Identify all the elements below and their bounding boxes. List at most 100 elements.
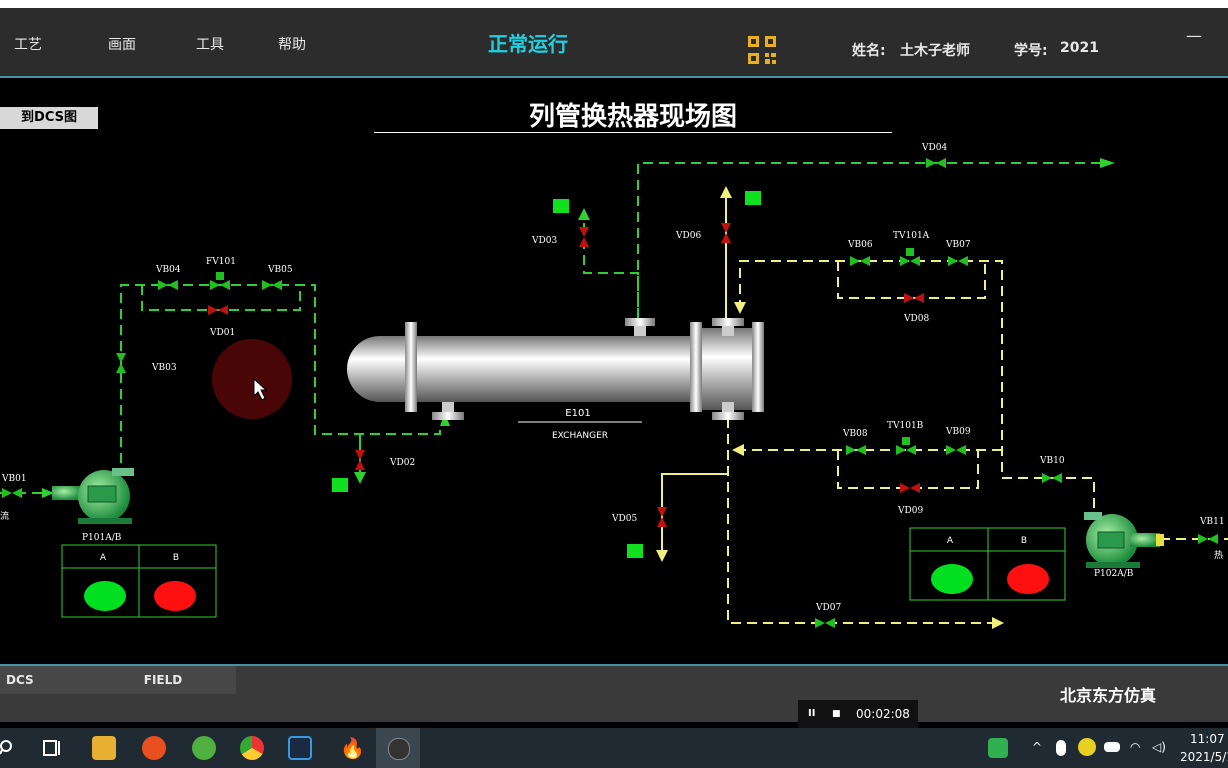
- pump1-b-light[interactable]: [154, 581, 196, 611]
- valve-vb03[interactable]: [116, 353, 126, 373]
- pump2-b-light[interactable]: [1007, 564, 1049, 594]
- valve-vd01[interactable]: [208, 305, 228, 315]
- valve-tv101b[interactable]: [896, 437, 916, 455]
- recorder-widget: II ■ 00:02:08: [798, 700, 918, 728]
- name-label: 姓名:: [852, 43, 886, 59]
- chevron-up-icon[interactable]: ^: [1032, 740, 1042, 754]
- pump-p102[interactable]: [1084, 512, 1164, 568]
- name-value: 土木子老师: [900, 43, 970, 59]
- label-fv101: FV101: [206, 257, 236, 267]
- pump-p101[interactable]: [52, 468, 134, 524]
- valve-vd09[interactable]: [900, 483, 920, 493]
- update-icon[interactable]: [192, 736, 216, 760]
- valve-vb06[interactable]: [850, 256, 870, 266]
- valve-vd06[interactable]: [721, 223, 731, 243]
- battery-icon[interactable]: [1104, 742, 1120, 752]
- label-vb09: VB09: [945, 427, 971, 437]
- run-status: 正常运行: [488, 32, 568, 56]
- label-vb08: VB08: [842, 429, 868, 439]
- taskbar: 🔥 ^ ◠ ◁) 11:07 2021/5/1: [0, 728, 1228, 768]
- hot-pipes: [727, 260, 1228, 624]
- exchanger-id: E101: [565, 408, 590, 419]
- clock-time[interactable]: 11:07: [1190, 732, 1225, 746]
- clock-date[interactable]: 2021/5/1: [1180, 750, 1228, 764]
- pump1-b-label: B: [173, 553, 179, 563]
- stop-button[interactable]: ■: [832, 700, 841, 728]
- label-vb07: VB07: [945, 240, 971, 250]
- valve-vb10[interactable]: [1042, 473, 1062, 483]
- left-edge-text: 流: [0, 510, 9, 522]
- valve-vd04[interactable]: [926, 158, 946, 168]
- label-vb06: VB06: [847, 240, 873, 250]
- file-explorer-icon[interactable]: [92, 736, 116, 760]
- valve-vd08[interactable]: [904, 293, 924, 303]
- valve-vb08[interactable]: [846, 445, 866, 455]
- valve-vb01[interactable]: [2, 488, 22, 498]
- label-vb04: VB04: [155, 265, 181, 275]
- menu-bar: 工艺 画面 工具 帮助 正常运行 姓名: 土木子老师 学号: 2021 —: [0, 8, 1228, 78]
- add-icon[interactable]: [1078, 738, 1096, 756]
- valve-vd07[interactable]: [815, 618, 835, 628]
- field-diagram: E101 EXCHANGER VB01 流 VB03 VB04 FV101 VB…: [0, 143, 1228, 629]
- label-vd02: VD02: [389, 458, 415, 468]
- right-edge-text: 热: [1214, 549, 1223, 561]
- valve-vb07[interactable]: [948, 256, 968, 266]
- label-vd01: VD01: [209, 328, 235, 338]
- cursor-highlight: [212, 339, 292, 419]
- label-vd06: VD06: [675, 231, 701, 241]
- active-app-tab[interactable]: [376, 728, 420, 768]
- valve-vd03[interactable]: [579, 227, 589, 247]
- id-value: 2021: [1060, 40, 1099, 56]
- pump1-name: P101A/B: [82, 533, 122, 543]
- valve-vd05[interactable]: [657, 507, 667, 527]
- pump1-ab-panel: [61, 544, 217, 618]
- label-vb05: VB05: [267, 265, 293, 275]
- minimize-button[interactable]: —: [1186, 26, 1202, 45]
- label-vb10: VB10: [1039, 456, 1065, 466]
- wifi-icon[interactable]: ◠: [1130, 740, 1140, 754]
- wps-icon[interactable]: [988, 738, 1008, 758]
- pause-button[interactable]: II: [808, 700, 815, 728]
- chrome-icon[interactable]: [240, 736, 264, 760]
- label-tv101a: TV101A: [893, 231, 930, 241]
- recording-time: 00:02:08: [856, 707, 910, 721]
- label-vb03: VB03: [151, 363, 177, 373]
- valve-vb04[interactable]: [158, 280, 178, 290]
- pump2-a-label: A: [947, 536, 954, 546]
- microphone-icon[interactable]: [1056, 740, 1066, 756]
- valve-tv101a[interactable]: [900, 248, 920, 266]
- qr-code-icon[interactable]: [748, 36, 776, 64]
- heat-exchanger-e101[interactable]: [347, 318, 764, 420]
- browser-icon[interactable]: [142, 736, 166, 760]
- brand-label: 北京东方仿真: [1060, 686, 1157, 705]
- label-vd05: VD05: [611, 514, 637, 524]
- pump2-b-label: B: [1021, 536, 1027, 546]
- task-view-icon[interactable]: [42, 738, 62, 758]
- menu-help[interactable]: 帮助: [278, 34, 306, 54]
- menu-screen[interactable]: 画面: [108, 34, 136, 54]
- menu-tools[interactable]: 工具: [196, 34, 224, 54]
- label-vd08: VD08: [903, 314, 929, 324]
- label-vd09: VD09: [897, 506, 923, 516]
- tab-dcs[interactable]: DCS: [0, 666, 94, 694]
- video-player-icon[interactable]: [288, 736, 312, 760]
- volume-icon[interactable]: ◁): [1152, 740, 1166, 754]
- valve-fv101[interactable]: [210, 272, 230, 290]
- flame-icon[interactable]: 🔥: [340, 736, 365, 760]
- bottom-bar: DCS FIELD 北京东方仿真: [0, 664, 1228, 722]
- pump1-a-label: A: [100, 553, 107, 563]
- pump1-a-light[interactable]: [84, 581, 126, 611]
- valve-vb09[interactable]: [946, 445, 966, 455]
- pump2-name: P102A/B: [1094, 569, 1134, 579]
- valve-vb05[interactable]: [262, 280, 282, 290]
- tab-field[interactable]: FIELD: [90, 666, 236, 694]
- pump2-a-light[interactable]: [931, 564, 973, 594]
- window-top-edge: [0, 0, 1228, 8]
- label-vb01: VB01: [1, 474, 27, 484]
- label-vd03: VD03: [531, 236, 557, 246]
- label-vd07: VD07: [815, 603, 841, 613]
- valve-vd02[interactable]: [355, 450, 365, 470]
- menu-process[interactable]: 工艺: [14, 34, 42, 54]
- search-icon[interactable]: [0, 738, 16, 758]
- valve-vb11[interactable]: [1198, 534, 1218, 544]
